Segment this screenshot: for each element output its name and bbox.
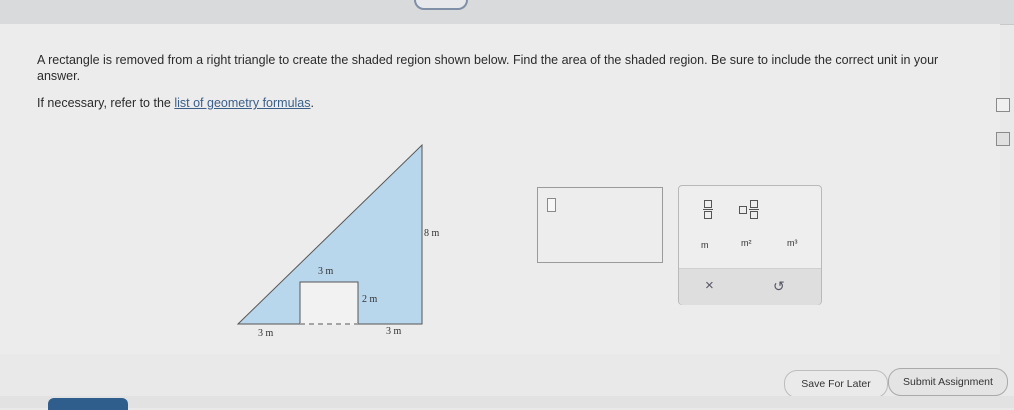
label-rect-height: 2 m bbox=[362, 294, 378, 305]
input-cursor-box bbox=[547, 198, 556, 212]
math-palette: m m² m³ × ↺ bbox=[678, 185, 822, 305]
shaded-region-figure: 8 m 3 m 2 m 3 m 3 m bbox=[236, 143, 440, 339]
bottom-strip bbox=[0, 396, 1014, 408]
submit-assignment-button[interactable]: Submit Assignment bbox=[888, 368, 1008, 396]
palette-actions: × ↺ bbox=[679, 268, 821, 305]
formula-reference: If necessary, refer to the list of geome… bbox=[37, 96, 314, 110]
label-rect-width: 3 m bbox=[318, 266, 334, 277]
label-base-right: 3 m bbox=[386, 326, 402, 337]
removed-rectangle bbox=[299, 281, 359, 325]
refer-suffix: . bbox=[310, 96, 314, 110]
calculator-icon[interactable] bbox=[996, 132, 1010, 146]
label-base-left: 3 m bbox=[258, 328, 274, 339]
fraction-icon[interactable] bbox=[703, 200, 713, 219]
unit-m3-button[interactable]: m³ bbox=[787, 238, 798, 248]
geometry-formulas-link[interactable]: list of geometry formulas bbox=[174, 96, 310, 110]
mixed-number-icon[interactable] bbox=[739, 200, 759, 219]
save-for-later-button[interactable]: Save For Later bbox=[784, 370, 888, 398]
clear-icon[interactable]: × bbox=[705, 277, 714, 294]
top-tab[interactable] bbox=[414, 0, 468, 10]
question-text: A rectangle is removed from a right tria… bbox=[37, 53, 939, 83]
answer-input[interactable] bbox=[537, 187, 663, 263]
top-bar bbox=[0, 0, 1014, 25]
refer-prefix: If necessary, refer to the bbox=[37, 96, 175, 110]
continue-button[interactable] bbox=[48, 398, 128, 410]
unit-m-button[interactable]: m bbox=[701, 240, 709, 250]
unit-m2-button[interactable]: m² bbox=[741, 238, 752, 248]
side-panel-icon[interactable] bbox=[996, 98, 1010, 112]
label-height: 8 m bbox=[424, 228, 440, 239]
undo-icon[interactable]: ↺ bbox=[773, 278, 785, 295]
